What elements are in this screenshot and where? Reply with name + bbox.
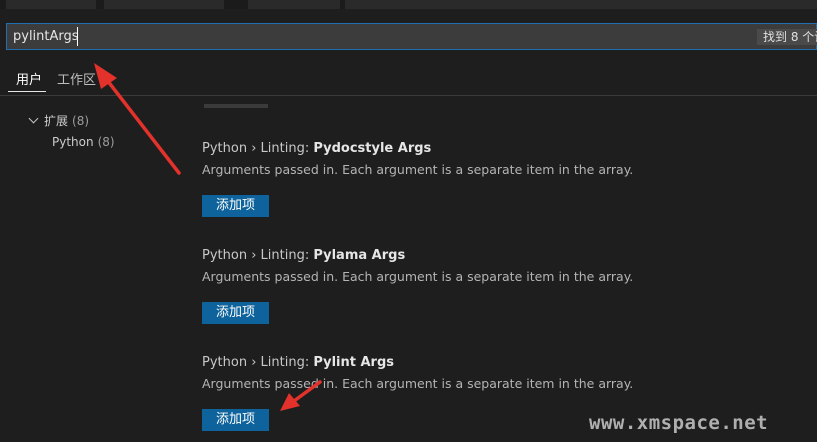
tab-user[interactable]: 用户	[16, 69, 42, 88]
settings-search-box[interactable]: pylintArgs 找到 8 个设	[6, 23, 817, 50]
setting-description: Arguments passed in. Each argument is a …	[202, 376, 634, 391]
tree-item-python[interactable]: Python (8)	[52, 135, 115, 149]
active-tab-indicator	[8, 91, 46, 92]
tab-workspace[interactable]: 工作区	[57, 69, 96, 88]
horizontal-scrollbar[interactable]	[204, 104, 268, 108]
add-item-button[interactable]: 添加项	[202, 302, 269, 324]
tree-item-label: Python	[52, 135, 94, 149]
setting-title: Python › Linting: Pydocstyle Args	[202, 141, 431, 156]
results-count-badge: 找到 8 个设	[757, 29, 817, 45]
setting-category: Python › Linting:	[202, 141, 314, 156]
setting-title: Python › Linting: Pylint Args	[202, 355, 394, 370]
top-strip-segment	[345, 0, 817, 9]
setting-category: Python › Linting:	[202, 248, 314, 263]
tree-item-count: (8)	[97, 135, 115, 149]
text-caret	[77, 27, 78, 46]
tree-item-label: 扩展	[44, 114, 69, 128]
setting-description: Arguments passed in. Each argument is a …	[202, 162, 634, 177]
tree-item-count: (8)	[72, 114, 90, 128]
settings-scope-tabs: 用户 工作区	[0, 63, 817, 96]
setting-description: Arguments passed in. Each argument is a …	[202, 269, 634, 284]
top-strip-segment	[248, 0, 340, 9]
search-input[interactable]: pylintArgs	[13, 24, 79, 49]
setting-key: Pydocstyle Args	[313, 141, 432, 156]
tree-item-extensions[interactable]: 扩展 (8)	[44, 112, 89, 129]
setting-category: Python › Linting:	[202, 355, 314, 370]
watermark: www.xmspace.net	[589, 412, 769, 434]
setting-key: Pylama Args	[313, 248, 406, 263]
add-item-button[interactable]: 添加项	[202, 409, 269, 431]
top-strip-segment	[104, 0, 224, 9]
top-strip-segment	[6, 0, 96, 9]
tabs-divider	[0, 95, 817, 96]
top-strip	[0, 0, 817, 9]
setting-key: Pylint Args	[313, 355, 395, 370]
setting-title: Python › Linting: Pylama Args	[202, 248, 405, 263]
chevron-down-icon[interactable]	[28, 113, 39, 124]
add-item-button[interactable]: 添加项	[202, 195, 269, 217]
